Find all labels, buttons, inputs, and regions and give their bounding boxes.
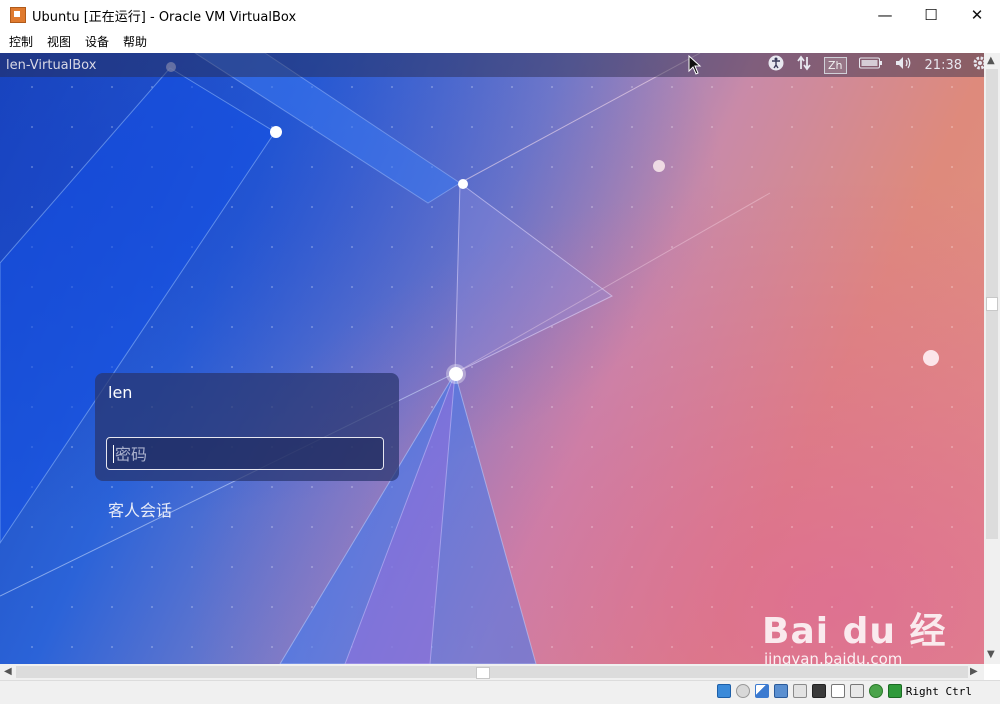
wallpaper-node (653, 160, 665, 172)
gear-icon[interactable] (972, 55, 984, 75)
password-input[interactable] (115, 444, 375, 464)
network-adapter-icon[interactable] (773, 684, 788, 698)
menu-control[interactable]: 控制 (9, 33, 33, 50)
panel-indicators: Zh 21:38 (762, 53, 984, 77)
window-title: Ubuntu [正在运行] - Oracle VM VirtualBox (32, 9, 297, 25)
wallpaper-shapes (0, 53, 939, 664)
window-controls: — ☐ ✕ (862, 0, 1000, 30)
network-updown-icon[interactable] (796, 55, 812, 75)
recording-icon[interactable] (830, 684, 845, 698)
battery-icon[interactable] (858, 57, 883, 73)
wallpaper-node (449, 367, 463, 381)
accessibility-icon[interactable] (768, 55, 784, 75)
optical-drive-icon[interactable] (735, 684, 750, 698)
scroll-left-arrow-icon[interactable]: ◀ (4, 666, 12, 677)
volume-icon[interactable] (895, 56, 913, 74)
keyboard-capture-icon[interactable] (887, 684, 902, 698)
scroll-up-arrow-icon[interactable]: ▲ (987, 55, 995, 66)
minimize-button[interactable]: — (862, 0, 908, 30)
window-titlebar: Ubuntu [正在运行] - Oracle VM VirtualBox — ☐… (0, 0, 1000, 30)
scroll-right-arrow-icon[interactable]: ▶ (970, 666, 978, 677)
vm-statusbar: Right Ctrl (0, 680, 1000, 704)
hard-disk-icon[interactable] (716, 684, 731, 698)
guest-session-link[interactable]: 客人会话 (108, 497, 172, 521)
statusbar-icons: Right Ctrl (712, 684, 972, 698)
login-username[interactable]: len (108, 383, 132, 402)
password-field[interactable] (106, 437, 384, 470)
horizontal-scrollbar[interactable]: ◀ ▶ (0, 664, 984, 680)
watermark-url: jingyan.baidu.com (764, 650, 903, 664)
text-caret (113, 445, 114, 463)
mouse-pointer-icon (688, 55, 702, 75)
display-icon[interactable] (811, 684, 826, 698)
maximize-button[interactable]: ☐ (908, 0, 954, 30)
usb-icon[interactable] (849, 684, 864, 698)
ubuntu-top-panel: len-VirtualBox Zh 21:38 (0, 53, 984, 77)
horizontal-scroll-thumb[interactable] (476, 667, 490, 679)
menubar: 控制 视图 设备 帮助 (0, 30, 1000, 52)
menu-help[interactable]: 帮助 (123, 33, 147, 50)
login-box: len (95, 373, 399, 481)
panel-clock[interactable]: 21:38 (925, 58, 962, 73)
menu-devices[interactable]: 设备 (85, 33, 109, 50)
host-key-label: Right Ctrl (905, 684, 972, 698)
virtualbox-icon (10, 7, 26, 23)
wallpaper-node (458, 179, 468, 189)
horizontal-scroll-track[interactable] (16, 666, 968, 678)
vm-display[interactable]: len-VirtualBox Zh 21:38 len 客人会话 Bai du … (0, 53, 984, 664)
mouse-integration-icon[interactable] (868, 684, 883, 698)
keyboard-layout-indicator[interactable]: Zh (824, 56, 847, 74)
hostname-label: len-VirtualBox (6, 57, 97, 73)
wallpaper-node (923, 350, 939, 366)
close-button[interactable]: ✕ (954, 0, 1000, 30)
audio-icon[interactable] (754, 684, 769, 698)
baidu-watermark: Bai du 经验 jingyan.baidu.com (762, 598, 982, 664)
wallpaper-node (270, 126, 282, 138)
vertical-scrollbar[interactable]: ▲ ▼ (984, 53, 1000, 664)
wallpaper-shard-center (454, 182, 613, 374)
scroll-down-arrow-icon[interactable]: ▼ (987, 649, 995, 660)
menu-view[interactable]: 视图 (47, 33, 71, 50)
shared-folder-icon[interactable] (792, 684, 807, 698)
vertical-scroll-thumb[interactable] (986, 297, 998, 311)
